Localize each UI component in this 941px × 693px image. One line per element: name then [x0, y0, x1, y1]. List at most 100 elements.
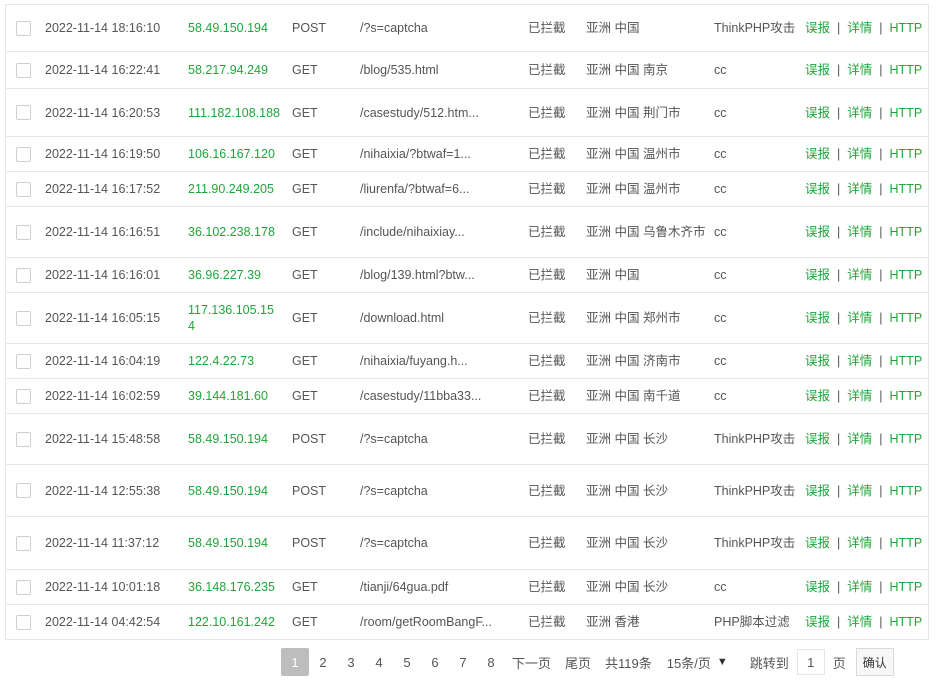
report-false-positive-link[interactable]: 误报 [805, 431, 830, 447]
row-checkbox[interactable] [15, 146, 31, 162]
row-checkbox[interactable] [15, 614, 31, 630]
http-link[interactable]: HTTP [890, 388, 923, 404]
detail-link[interactable]: 详情 [847, 105, 872, 121]
http-link[interactable]: HTTP [890, 267, 923, 283]
page-size-select[interactable]: 15条/页 ▼ [661, 648, 732, 676]
report-false-positive-link[interactable]: 误报 [805, 614, 830, 630]
request-method: GET [292, 580, 318, 594]
http-link[interactable]: HTTP [890, 483, 923, 499]
row-checkbox[interactable] [15, 62, 31, 78]
report-false-positive-link[interactable]: 误报 [805, 181, 830, 197]
report-false-positive-link[interactable]: 误报 [805, 105, 830, 121]
request-method-cell: GET [292, 137, 352, 171]
attack-type-cell: cc [714, 137, 799, 171]
page-number-button[interactable]: 6 [421, 648, 449, 676]
next-page-button[interactable]: 下一页 [505, 648, 558, 676]
report-false-positive-link[interactable]: 误报 [805, 20, 830, 36]
ip-location: 亚洲 中国 温州市 [586, 182, 681, 196]
jump-page-input[interactable] [796, 649, 825, 675]
action-separator: | [837, 615, 841, 629]
block-status: 已拦截 [528, 311, 566, 325]
detail-link[interactable]: 详情 [847, 224, 872, 240]
row-checkbox[interactable] [15, 20, 31, 36]
http-link[interactable]: HTTP [890, 224, 923, 240]
http-link[interactable]: HTTP [890, 181, 923, 197]
http-link[interactable]: HTTP [890, 579, 923, 595]
page-number-button[interactable]: 1 [281, 648, 309, 676]
request-method-cell: GET [292, 258, 352, 292]
detail-link[interactable]: 详情 [847, 431, 872, 447]
client-ip: 117.136.105.154 [188, 303, 274, 333]
row-checkbox[interactable] [15, 267, 31, 283]
client-ip-cell: 111.182.108.188 [188, 89, 280, 136]
confirm-jump-button[interactable]: 确认 [855, 648, 894, 676]
detail-link[interactable]: 详情 [847, 181, 872, 197]
row-checkbox[interactable] [15, 535, 31, 551]
detail-link[interactable]: 详情 [847, 353, 872, 369]
report-false-positive-link[interactable]: 误报 [805, 535, 830, 551]
http-link[interactable]: HTTP [890, 105, 923, 121]
detail-link[interactable]: 详情 [847, 310, 872, 326]
page-number-button[interactable]: 8 [477, 648, 505, 676]
detail-link[interactable]: 详情 [847, 614, 872, 630]
row-checkbox[interactable] [15, 431, 31, 447]
http-link[interactable]: HTTP [890, 535, 923, 551]
row-checkbox[interactable] [15, 105, 31, 120]
request-url-cell: /blog/535.html [360, 52, 495, 88]
detail-link[interactable]: 详情 [847, 535, 872, 551]
report-false-positive-link[interactable]: 误报 [805, 146, 830, 162]
report-false-positive-link[interactable]: 误报 [805, 267, 830, 283]
block-status: 已拦截 [528, 483, 566, 498]
ip-location-cell: 亚洲 中国 温州市 [586, 137, 706, 171]
ip-location-cell: 亚洲 中国 [586, 258, 706, 292]
table-row: 2022-11-14 16:04:19 122.4.22.73 GET/nihaix… [6, 344, 928, 379]
client-ip: 122.4.22.73 [188, 354, 255, 368]
log-time-cell: 2022-11-14 16:16:51 [45, 207, 180, 257]
detail-link[interactable]: 详情 [847, 146, 872, 162]
report-false-positive-link[interactable]: 误报 [805, 310, 830, 326]
row-checkbox[interactable] [15, 353, 31, 369]
report-false-positive-link[interactable]: 误报 [805, 579, 830, 595]
row-checkbox[interactable] [15, 310, 31, 326]
page-number-button[interactable]: 4 [365, 648, 393, 676]
row-checkbox[interactable] [15, 483, 31, 498]
last-page-button[interactable]: 尾页 [558, 648, 598, 676]
http-link[interactable]: HTTP [890, 146, 923, 162]
report-false-positive-link[interactable]: 误报 [805, 353, 830, 369]
row-checkbox[interactable] [15, 224, 31, 240]
detail-link[interactable]: 详情 [847, 388, 872, 404]
action-separator: | [879, 615, 883, 629]
http-link[interactable]: HTTP [890, 614, 923, 630]
request-method: POST [292, 21, 327, 35]
report-false-positive-link[interactable]: 误报 [805, 62, 830, 78]
http-link[interactable]: HTTP [890, 431, 923, 447]
request-url: /?s=captcha [360, 432, 428, 446]
report-false-positive-link[interactable]: 误报 [805, 224, 830, 240]
detail-link[interactable]: 详情 [847, 62, 872, 78]
request-method-cell: POST [292, 517, 352, 569]
action-separator: | [879, 389, 883, 403]
detail-link[interactable]: 详情 [847, 267, 872, 283]
row-checkbox[interactable] [15, 181, 31, 197]
report-false-positive-link[interactable]: 误报 [805, 483, 830, 499]
http-link[interactable]: HTTP [890, 310, 923, 326]
attack-type-cell: cc [714, 293, 799, 343]
attack-type: cc [714, 147, 727, 161]
log-time-cell: 2022-11-14 16:22:41 [45, 52, 180, 88]
row-checkbox[interactable] [15, 579, 31, 595]
http-link[interactable]: HTTP [890, 62, 923, 78]
request-url: /?s=captcha [360, 21, 428, 35]
row-checkbox[interactable] [15, 388, 31, 404]
page-number-button[interactable]: 3 [337, 648, 365, 676]
page-number-button[interactable]: 5 [393, 648, 421, 676]
block-status-cell: 已拦截 [528, 172, 578, 206]
page-number-button[interactable]: 2 [309, 648, 337, 676]
detail-link[interactable]: 详情 [847, 20, 872, 36]
http-link[interactable]: HTTP [890, 353, 923, 369]
detail-link[interactable]: 详情 [847, 483, 872, 499]
report-false-positive-link[interactable]: 误报 [805, 388, 830, 404]
http-link[interactable]: HTTP [890, 20, 923, 36]
page-number-button[interactable]: 7 [449, 648, 477, 676]
detail-link[interactable]: 详情 [847, 579, 872, 595]
request-url: /blog/535.html [360, 63, 439, 77]
